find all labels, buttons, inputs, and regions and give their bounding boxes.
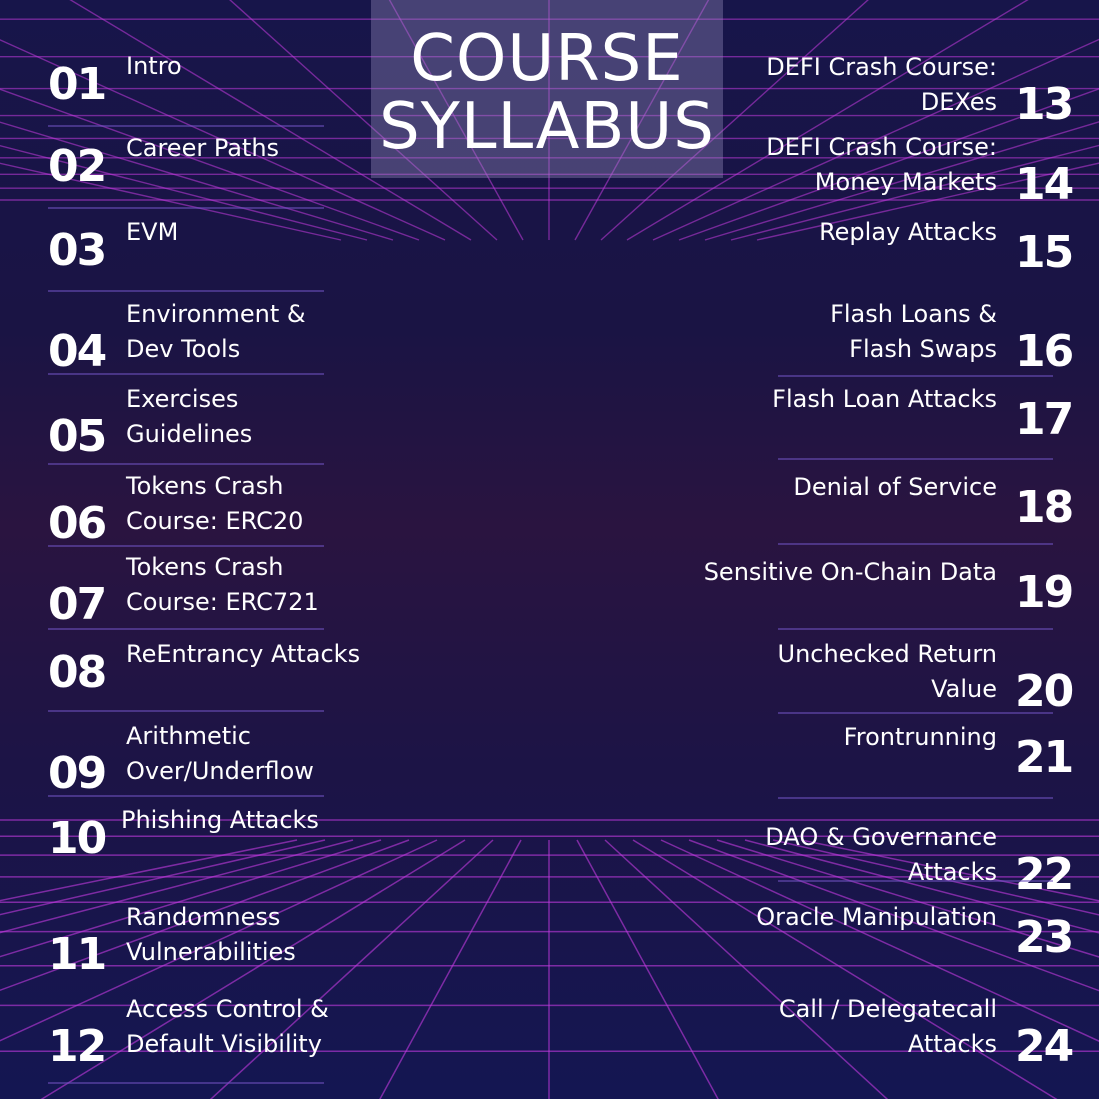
item-number: 14 [1015,159,1074,210]
row-divider [48,373,324,375]
item-number: 19 [1015,567,1074,618]
item-label: Replay Attacks [819,218,997,246]
item-label: Oracle Manipulation [756,903,997,931]
item-label: Arithmetic Over/Underflow [126,722,314,785]
row-divider [48,125,324,127]
row-divider [48,710,324,712]
row-divider [48,545,324,547]
item-label: Randomness Vulnerabilities [126,903,296,966]
item-number: 17 [1015,394,1074,445]
item-number: 05 [48,411,107,462]
item-number: 13 [1015,79,1074,130]
item-number: 11 [48,929,107,980]
item-number: 02 [48,141,107,192]
item-label: Flash Loans & Flash Swaps [830,300,997,363]
item-number: 15 [1015,227,1074,278]
row-divider [48,207,324,209]
row-divider [778,458,1053,460]
item-label: DEFI Crash Course: DEXes [766,53,997,116]
item-label: Unchecked Return Value [777,640,997,703]
item-label: Denial of Service [793,473,997,501]
item-number: 18 [1015,482,1074,533]
item-label: Career Paths [126,134,280,162]
item-label: Flash Loan Attacks [772,385,997,413]
item-number: 20 [1015,666,1074,717]
item-label: DEFI Crash Course: Money Markets [766,133,997,196]
row-divider [48,290,324,292]
item-label: ReEntrancy Attacks [126,640,361,668]
row-divider [778,628,1053,630]
item-label: Environment & Dev Tools [126,300,306,363]
item-label: EVM [126,218,179,246]
row-divider [778,797,1053,799]
row-divider [48,1082,324,1084]
item-label: Exercises Guidelines [126,385,253,448]
row-divider [778,375,1053,377]
item-label: Call / Delegatecall Attacks [778,995,997,1058]
item-label: Tokens Crash Course: ERC721 [126,553,319,616]
item-number: 03 [48,225,107,276]
item-number: 06 [48,498,107,549]
item-number: 16 [1015,326,1074,377]
item-number: 09 [48,748,107,799]
item-number: 10 [48,813,107,864]
row-divider [48,628,324,630]
grid-line [379,839,522,1099]
item-number: 21 [1015,732,1074,783]
item-label: Frontrunning [843,723,997,751]
item-label: Intro [126,52,182,80]
row-divider [778,880,1053,882]
item-number: 23 [1015,912,1074,963]
row-divider [48,795,324,797]
item-number: 08 [48,647,107,698]
item-label: Tokens Crash Course: ERC20 [126,472,304,535]
grid-line [0,88,420,241]
item-number: 04 [48,326,107,377]
item-number: 24 [1015,1021,1074,1072]
row-divider [48,463,324,465]
item-number: 12 [48,1021,107,1072]
row-divider [778,543,1053,545]
item-label: Access Control & Default Visibility [126,995,329,1058]
grid-line [0,121,394,241]
row-divider [778,712,1053,714]
item-number: 22 [1015,849,1074,900]
item-label: Phishing Attacks [121,806,319,834]
item-number: 07 [48,579,107,630]
syllabus-poster: COURSE SYLLABUS 01 Intro 02 Career Paths 03 E… [0,0,1099,1099]
item-label: Sensitive On-Chain Data [703,558,997,586]
grid-line [0,162,342,241]
item-number: 01 [48,59,107,110]
